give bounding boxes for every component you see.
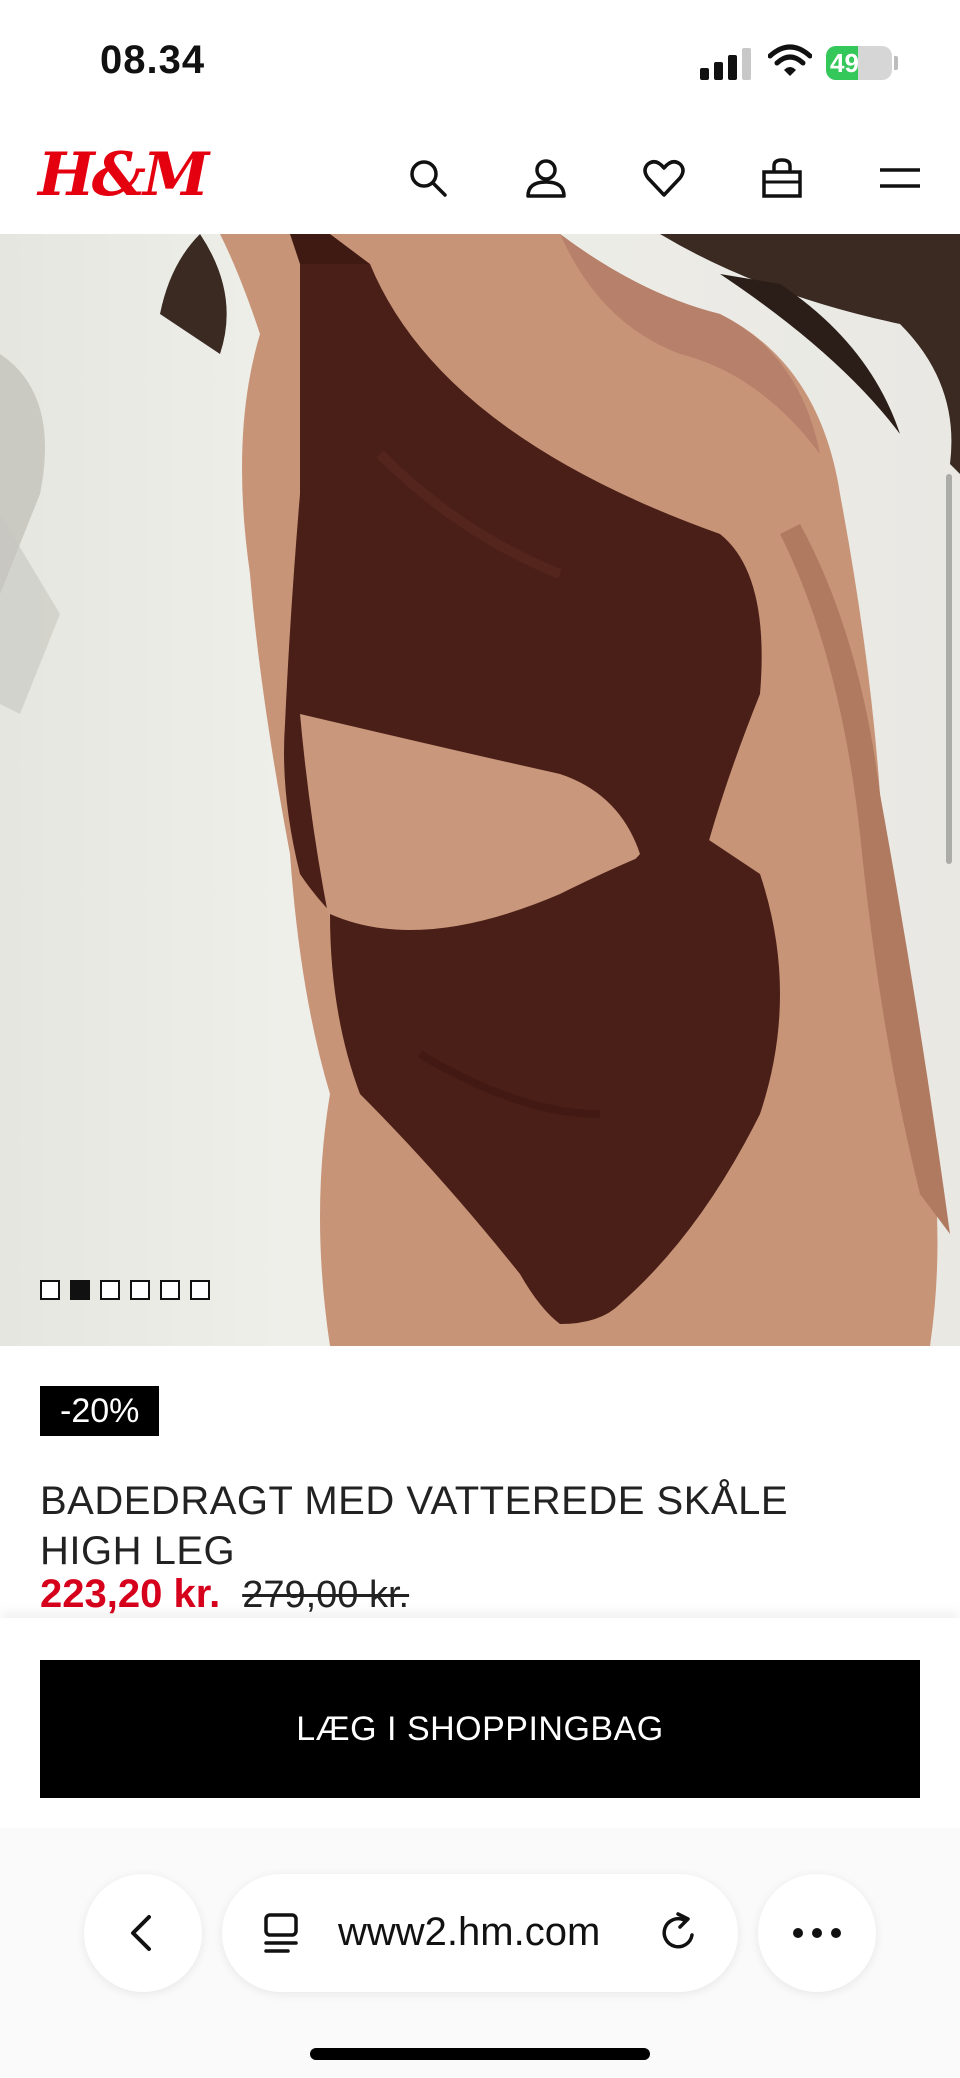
browser-toolbar: www2.hm.com — [0, 1828, 960, 2078]
gallery-dot[interactable] — [130, 1280, 150, 1300]
shopping-bag-icon[interactable] — [754, 150, 810, 206]
signal-icon — [700, 48, 752, 80]
status-time: 08.34 — [100, 38, 206, 82]
home-indicator[interactable] — [310, 2048, 650, 2060]
product-image[interactable] — [0, 234, 960, 1346]
gallery-dot[interactable] — [40, 1280, 60, 1300]
back-button[interactable] — [84, 1874, 202, 1992]
url-text[interactable]: www2.hm.com — [338, 1910, 600, 1955]
reload-icon[interactable] — [656, 1911, 700, 1955]
product-name: BADEDRAGT MED VATTEREDE SKÅLE HIGH LEG — [40, 1479, 788, 1573]
more-button[interactable] — [758, 1874, 876, 1992]
sticky-action-bar: LÆG I SHOPPINGBAG — [0, 1618, 960, 1828]
original-price: 279,00 kr. — [242, 1574, 410, 1616]
search-icon[interactable] — [400, 150, 456, 206]
status-bar: 08.34 49 — [0, 0, 960, 120]
tabs-icon[interactable] — [262, 1911, 302, 1955]
product-page: 08.34 49 H&M -20% BADEDRAGT MED VATTERED… — [0, 0, 960, 2078]
battery-tip — [894, 56, 898, 70]
price-row: 223,20 kr. 279,00 kr. — [40, 1572, 409, 1617]
favorites-icon[interactable] — [636, 150, 692, 206]
gallery-pagination — [40, 1280, 210, 1300]
add-to-bag-button[interactable]: LÆG I SHOPPINGBAG — [40, 1660, 920, 1798]
menu-icon[interactable] — [872, 150, 928, 206]
swimsuit-photo — [0, 234, 960, 1346]
account-icon[interactable] — [518, 150, 574, 206]
battery-icon: 49 — [826, 46, 892, 80]
more-icon — [793, 1928, 841, 1938]
sale-price: 223,20 kr. — [40, 1572, 221, 1616]
hm-logo[interactable]: H&M — [38, 140, 209, 210]
site-header: H&M — [0, 120, 960, 234]
gallery-dot[interactable] — [160, 1280, 180, 1300]
gallery-dot[interactable] — [100, 1280, 120, 1300]
wifi-icon — [767, 44, 813, 78]
scroll-indicator[interactable] — [946, 474, 952, 864]
battery-level: 49 — [830, 48, 859, 78]
discount-badge: -20% — [40, 1386, 160, 1436]
address-bar[interactable]: www2.hm.com — [222, 1874, 738, 1992]
gallery-dot[interactable] — [70, 1280, 90, 1300]
back-icon — [131, 1915, 151, 1951]
gallery-dot[interactable] — [190, 1280, 210, 1300]
